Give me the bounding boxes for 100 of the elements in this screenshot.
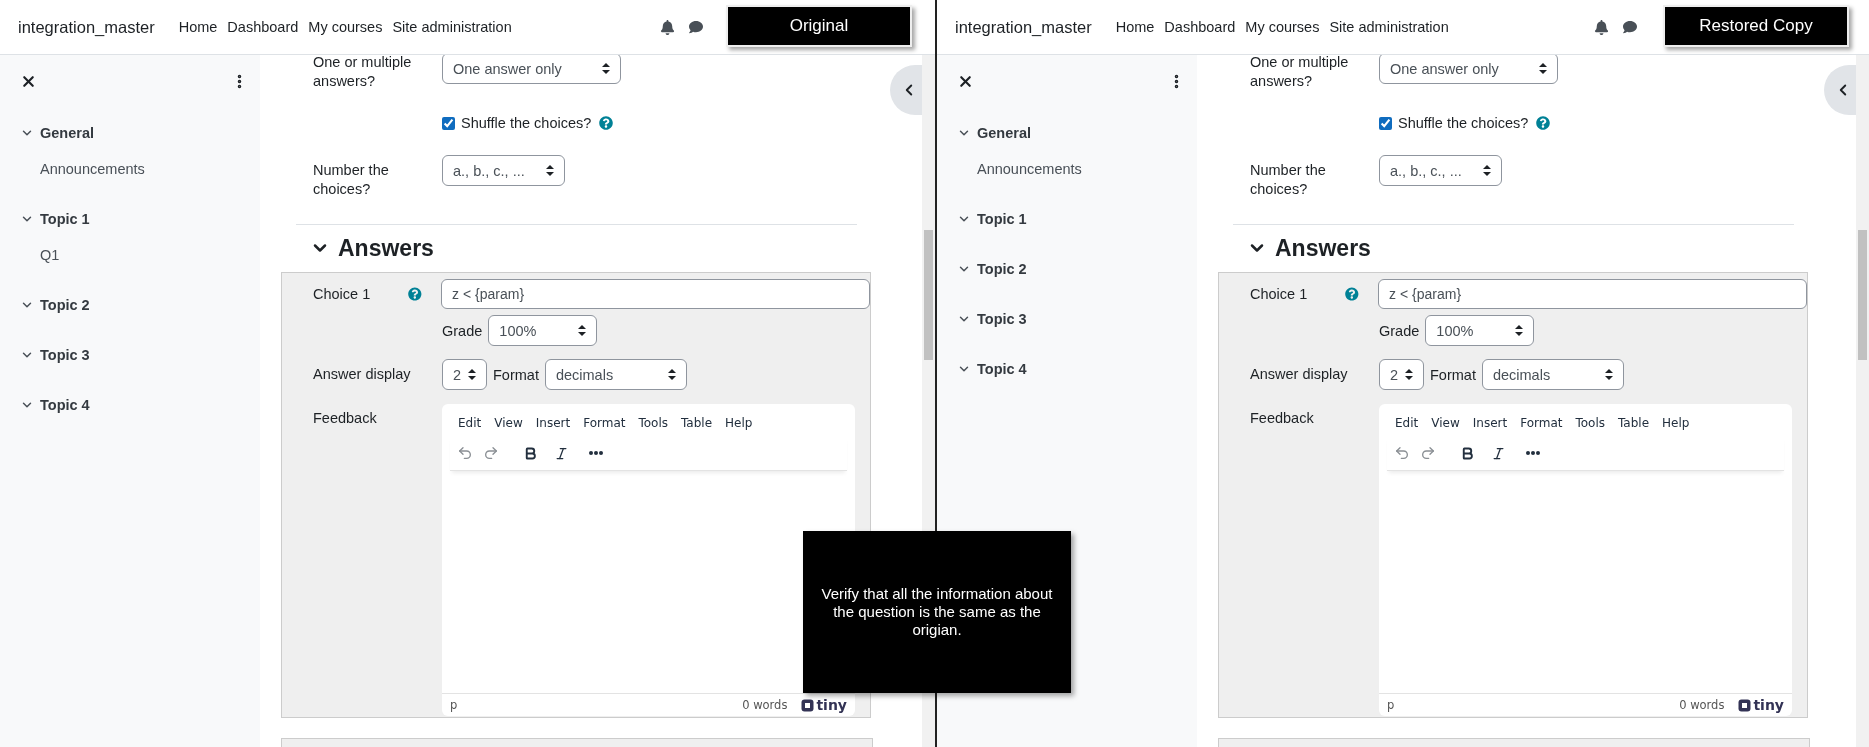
select-field[interactable]: a., b., c., ...	[1379, 155, 1502, 186]
select-field[interactable]: decimals	[1481, 359, 1624, 390]
field-label: Grade	[1379, 322, 1420, 339]
editor-logo[interactable]: tiny	[1738, 697, 1784, 713]
nav-link[interactable]: Home	[178, 19, 218, 35]
field-label: Answer display	[1250, 365, 1349, 384]
select-field[interactable]: One answer only	[442, 55, 621, 84]
nav-link[interactable]: My courses	[1245, 19, 1320, 35]
menu-item[interactable]: View	[488, 414, 529, 432]
bold-icon	[523, 445, 538, 461]
menu-item[interactable]: Edit	[452, 414, 488, 432]
menu-item[interactable]: Format	[577, 414, 632, 432]
field-label: One or multiple answers?	[1250, 55, 1350, 91]
section-link[interactable]: Topic 1	[40, 211, 90, 227]
sort-caret-icon	[1604, 369, 1613, 380]
site-name[interactable]: integration_master	[955, 17, 1092, 37]
section-heading: Answers	[1275, 234, 1371, 262]
italic-icon	[1491, 445, 1506, 461]
undo-icon	[457, 445, 473, 461]
help-icon[interactable]	[1536, 116, 1551, 130]
chat-icon[interactable]	[1623, 20, 1637, 34]
italic-icon	[554, 445, 569, 461]
sort-caret-icon	[578, 325, 587, 336]
section-link[interactable]: Topic 3	[977, 311, 1027, 327]
word-count: 0 words	[1679, 698, 1725, 712]
undo-icon	[1394, 445, 1410, 461]
section-heading: Answers	[338, 234, 434, 262]
editor-logo[interactable]: tiny	[801, 697, 847, 713]
sort-caret-icon	[1539, 63, 1547, 74]
nav-link[interactable]: Site administration	[1329, 19, 1449, 35]
menu-item[interactable]: Help	[1656, 414, 1696, 432]
redo-icon	[1420, 445, 1436, 461]
site-name[interactable]: integration_master	[18, 17, 155, 37]
field-label: Format	[1430, 366, 1476, 383]
ellipsis-icon	[589, 451, 603, 455]
logo-icon	[1738, 698, 1752, 712]
menu-item[interactable]: Tools	[1569, 414, 1611, 432]
instruction-tooltip: Verify that all the information about the question is the same as the origian.	[803, 531, 1071, 693]
section-link[interactable]: Topic 4	[40, 397, 90, 413]
menu-item[interactable]: Edit	[1389, 414, 1425, 432]
menu-item[interactable]: Insert	[1466, 414, 1514, 432]
select-field[interactable]: 100%	[488, 315, 598, 346]
pane-label: Restored Copy	[1663, 5, 1849, 47]
menu-item[interactable]: Tools	[632, 414, 674, 432]
help-icon[interactable]	[408, 287, 422, 301]
menu-item[interactable]: Insert	[529, 414, 577, 432]
section-link[interactable]: General	[40, 125, 94, 141]
pane-label: Original	[726, 5, 912, 47]
select-field[interactable]: 2	[442, 359, 487, 390]
field-label: Feedback	[313, 409, 378, 428]
bell-icon[interactable]	[660, 19, 675, 35]
sort-caret-icon	[468, 369, 476, 380]
field-label: Choice 1	[313, 284, 372, 304]
section-link[interactable]: Topic 4	[977, 361, 1027, 377]
nav-link[interactable]: Site administration	[392, 19, 512, 35]
select-field[interactable]: 2	[1379, 359, 1424, 390]
more-button[interactable]	[586, 448, 606, 458]
activity-link[interactable]: Q1	[40, 247, 60, 263]
menu-item[interactable]: Table	[1612, 414, 1656, 432]
sort-caret-icon	[602, 63, 610, 74]
checkbox-label: Shuffle the choices?	[461, 115, 592, 131]
input-field[interactable]: z < {param}	[1378, 279, 1807, 309]
help-icon[interactable]	[1345, 287, 1359, 301]
select-field[interactable]: a., b., c., ...	[442, 155, 565, 186]
input-field[interactable]: z < {param}	[441, 279, 870, 309]
section-link[interactable]: Topic 2	[40, 297, 90, 313]
field-label: One or multiple answers?	[313, 55, 413, 91]
ellipsis-icon	[1526, 451, 1540, 455]
checkbox[interactable]	[1379, 116, 1392, 130]
chat-icon[interactable]	[689, 20, 703, 34]
nav-link[interactable]: Home	[1115, 19, 1155, 35]
nav-link[interactable]: Dashboard	[1164, 19, 1236, 35]
sort-caret-icon	[1483, 165, 1491, 176]
more-button[interactable]	[1523, 448, 1543, 458]
bell-icon[interactable]	[1594, 19, 1609, 35]
rich-text-editor[interactable]: Edit View Insert Format Tools Table Help p 0 words tiny	[1379, 404, 1792, 716]
logo-icon	[801, 698, 815, 712]
field-label: Feedback	[1250, 409, 1315, 428]
section-link[interactable]: Topic 1	[977, 211, 1027, 227]
section-link[interactable]: General	[977, 125, 1031, 141]
sort-caret-icon	[667, 369, 676, 380]
checkbox[interactable]	[442, 116, 455, 130]
field-label: Number the choices?	[313, 161, 390, 199]
nav-link[interactable]: My courses	[308, 19, 383, 35]
menu-item[interactable]: Help	[719, 414, 759, 432]
menu-item[interactable]: Format	[1514, 414, 1569, 432]
field-label: Format	[493, 366, 539, 383]
nav-link[interactable]: Dashboard	[227, 19, 299, 35]
select-field[interactable]: decimals	[544, 359, 687, 390]
menu-item[interactable]: View	[1425, 414, 1466, 432]
help-icon[interactable]	[599, 116, 614, 130]
word-count: 0 words	[742, 698, 788, 712]
activity-link[interactable]: Announcements	[977, 161, 1082, 177]
element-path: p	[1387, 698, 1395, 712]
section-link[interactable]: Topic 2	[977, 261, 1027, 277]
select-field[interactable]: 100%	[1425, 315, 1535, 346]
select-field[interactable]: One answer only	[1379, 55, 1558, 84]
menu-item[interactable]: Table	[675, 414, 719, 432]
section-link[interactable]: Topic 3	[40, 347, 90, 363]
activity-link[interactable]: Announcements	[40, 161, 145, 177]
